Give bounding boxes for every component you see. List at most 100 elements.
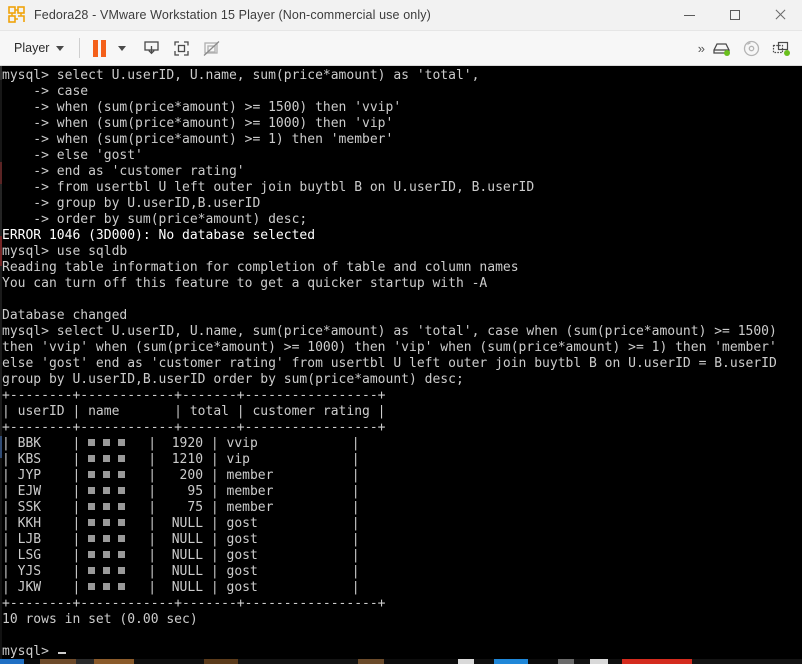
table-row: | EJW | | 95 | member |: [2, 484, 360, 499]
missing-glyph-box: [117, 551, 125, 558]
cell-name-unrenderable-glyphs: [88, 484, 125, 499]
toolbar-right-group: »: [698, 36, 796, 60]
taskbar-strip-segment: [384, 659, 458, 664]
toolbar-left-group: Player: [6, 36, 226, 60]
cell-name-unrenderable-glyphs: [88, 452, 125, 467]
missing-glyph-box: [88, 455, 96, 462]
missing-glyph-box: [102, 471, 110, 478]
cell-name-unrenderable-glyphs: [88, 468, 125, 483]
close-button[interactable]: [757, 0, 802, 30]
player-menu-button[interactable]: Player: [6, 38, 70, 58]
cell-name-unrenderable-glyphs: [88, 548, 125, 563]
terminal-line: -> case: [2, 84, 89, 99]
cd-dvd-icon[interactable]: [738, 36, 764, 60]
terminal-line: -> when (sum(price*amount) >= 1) then 'm…: [2, 132, 394, 147]
minimize-button[interactable]: [667, 0, 712, 30]
taskbar-strip-segment: [458, 659, 474, 664]
table-row: | KKH | | NULL | gost |: [2, 516, 360, 531]
missing-glyph-box: [88, 583, 96, 590]
missing-glyph-box: [117, 439, 125, 446]
vm-guest-screen[interactable]: mysql> select U.userID, U.name, sum(pric…: [0, 66, 802, 664]
missing-glyph-box: [117, 471, 125, 478]
maximize-icon: [729, 10, 740, 20]
missing-glyph-box: [88, 519, 96, 526]
table-row: | LSG | | NULL | gost |: [2, 548, 360, 563]
terminal-line: Reading table information for completion…: [2, 260, 519, 275]
missing-glyph-box: [102, 551, 110, 558]
taskbar-strip-segment: [622, 659, 692, 664]
missing-glyph-box: [102, 455, 110, 462]
missing-glyph-box: [117, 583, 125, 590]
power-options-chevron-down-icon[interactable]: [118, 45, 127, 51]
missing-glyph-box: [102, 519, 110, 526]
prompt-text: mysql>: [2, 644, 57, 659]
terminal-line: -> when (sum(price*amount) >= 1000) then…: [2, 116, 394, 131]
missing-glyph-box: [117, 535, 125, 542]
pause-icon-bar-right: [101, 39, 107, 57]
taskbar-strip-segment: [134, 659, 204, 664]
terminal-line: group by U.userID,B.userID order by sum(…: [2, 372, 464, 387]
table-row: | JYP | | 200 | member |: [2, 468, 360, 483]
cell-name-unrenderable-glyphs: [88, 532, 125, 547]
terminal-line: -> when (sum(price*amount) >= 1500) then…: [2, 100, 402, 115]
fullscreen-icon[interactable]: [168, 36, 194, 60]
terminal-line: Database changed: [2, 308, 128, 323]
send-ctrl-alt-del-icon[interactable]: [138, 36, 164, 60]
cell-name-unrenderable-glyphs: [88, 500, 125, 515]
terminal-line: -> group by U.userID,B.userID: [2, 196, 261, 211]
cell-name-unrenderable-glyphs: [88, 436, 125, 451]
table-row: | BBK | | 1920 | vvip |: [2, 436, 360, 451]
taskbar-strip-segment: [358, 659, 384, 664]
terminal-line: -> from usertbl U left outer join buytbl…: [2, 180, 535, 195]
terminal-line: else 'gost' end as 'customer rating' fro…: [2, 356, 777, 371]
missing-glyph-box: [117, 487, 125, 494]
missing-glyph-box: [117, 567, 125, 574]
vm-toolbar: Player »: [0, 31, 802, 66]
taskbar-strip-segment: [94, 659, 134, 664]
missing-glyph-box: [88, 567, 96, 574]
terminal-line: mysql> use sqldb: [2, 244, 128, 259]
pause-button[interactable]: [89, 38, 110, 59]
unity-mode-disabled-icon[interactable]: [198, 36, 224, 60]
toolbar-divider: [79, 38, 81, 58]
table-row: | KBS | | 1210 | vip |: [2, 452, 360, 467]
pause-icon-bar-left: [93, 39, 99, 57]
table-header-rule: +--------+------------+-------+---------…: [2, 420, 386, 435]
taskbar-strip-segment: [474, 659, 494, 664]
missing-glyph-box: [102, 567, 110, 574]
minimize-icon: [684, 14, 695, 16]
hard-disk-icon[interactable]: [708, 36, 734, 60]
terminal-line: You can turn off this feature to get a q…: [2, 276, 488, 291]
expand-toolbar-icon[interactable]: »: [698, 41, 706, 56]
missing-glyph-box: [88, 471, 96, 478]
terminal-line: mysql> select U.userID, U.name, sum(pric…: [2, 324, 777, 339]
title-bar: Fedora28 - VMware Workstation 15 Player …: [0, 0, 802, 31]
terminal-line: -> order by sum(price*amount) desc;: [2, 212, 308, 227]
network-adapter-icon[interactable]: [768, 36, 794, 60]
terminal-line: ERROR 1046 (3D000): No database selected: [2, 228, 316, 243]
missing-glyph-box: [117, 519, 125, 526]
window-title: Fedora28 - VMware Workstation 15 Player …: [34, 8, 431, 22]
missing-glyph-box: [117, 503, 125, 510]
table-header-row: | userID | name | total | customer ratin…: [2, 404, 386, 419]
missing-glyph-box: [102, 439, 110, 446]
missing-glyph-box: [102, 583, 110, 590]
table-top-rule: +--------+------------+-------+---------…: [2, 388, 386, 403]
chevron-down-icon: [56, 45, 65, 51]
table-row: | LJB | | NULL | gost |: [2, 532, 360, 547]
table-bottom-rule: +--------+------------+-------+---------…: [2, 596, 386, 611]
missing-glyph-box: [102, 487, 110, 494]
taskbar-strip-segment: [0, 659, 24, 664]
terminal-prompt-line[interactable]: mysql>: [2, 644, 802, 660]
taskbar-strip-segment: [608, 659, 622, 664]
taskbar-strip-segment: [24, 659, 40, 664]
taskbar-strip-segment: [528, 659, 558, 664]
missing-glyph-box: [88, 487, 96, 494]
mysql-terminal[interactable]: mysql> select U.userID, U.name, sum(pric…: [0, 66, 802, 660]
taskbar-strip-segment: [494, 659, 528, 664]
terminal-line: -> else 'gost': [2, 148, 143, 163]
maximize-button[interactable]: [712, 0, 757, 30]
player-menu-label: Player: [14, 41, 50, 55]
